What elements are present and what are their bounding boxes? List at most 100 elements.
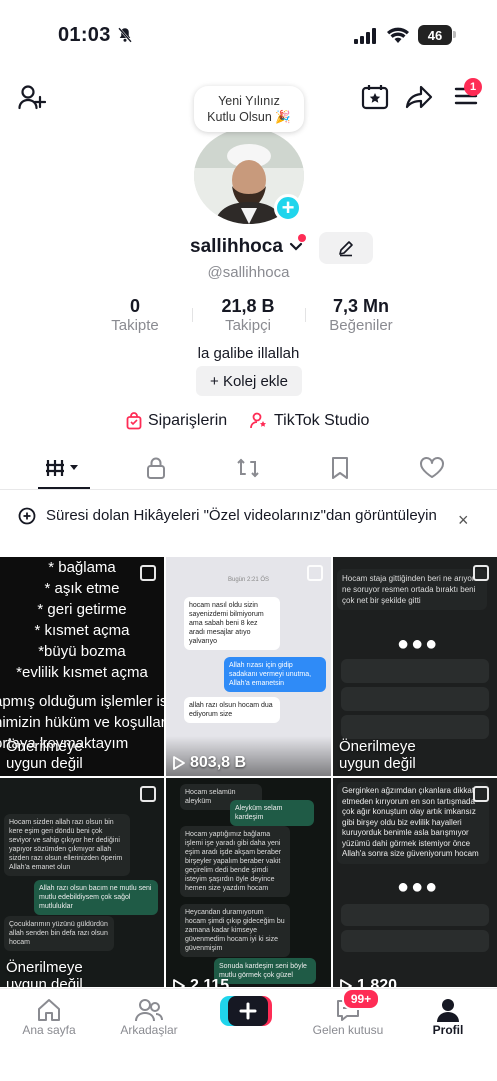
- chat-message: Sonuda kardeşim seni böyle mutlu görmek …: [214, 958, 316, 984]
- username[interactable]: sallihhoca: [190, 236, 303, 258]
- view-count-value: 2.115: [190, 977, 230, 987]
- spell-line: * geri getirme: [37, 601, 127, 618]
- orders-label: Siparişlerin: [148, 412, 228, 429]
- notice-text: Süresi dolan Hikâyeleri "Özel videoların…: [46, 507, 437, 524]
- add-story-plus-icon[interactable]: +: [274, 194, 302, 222]
- stat-following-value: 0: [129, 296, 140, 316]
- video-thumbnail[interactable]: * bağlama * aşık etme * geri getirme * k…: [0, 557, 164, 776]
- bubble-line-2: Kutlu Olsun 🎉: [207, 110, 291, 124]
- chat-message: Heycandan duramıyorum hocam şimdi çıkıp …: [180, 904, 290, 957]
- chat-row: [341, 715, 489, 739]
- chevron-down-icon: [290, 242, 303, 251]
- tabs-divider: [0, 489, 497, 490]
- expired-stories-notice[interactable]: Süresi dolan Hikâyeleri "Özel videoların…: [18, 506, 438, 525]
- tab-favorites[interactable]: [310, 450, 370, 486]
- spell-line: *büyü bozma: [38, 643, 126, 660]
- plus-icon: [239, 1002, 257, 1020]
- username-text: sallihhoca: [190, 236, 283, 257]
- heart-icon: [420, 457, 444, 478]
- chat-message: Aleyküm selam kardeşim: [230, 800, 314, 826]
- story-add-icon: [18, 507, 36, 525]
- profile-bio: la galibe illallah: [197, 345, 300, 362]
- video-thumbnail[interactable]: Hocam sizden allah razı olsun bin kere e…: [0, 778, 164, 987]
- stat-followers-label: Takipçi: [225, 317, 271, 334]
- chat-message: Allah rızası için gidip sadakanı vermeyi…: [224, 657, 326, 692]
- lock-icon: [147, 457, 165, 479]
- video-thumbnail[interactable]: Hocam staja gittiğinden beri ne arıyor n…: [333, 557, 497, 776]
- video-thumbnail[interactable]: Gerginken ağzımdan çıkanlara dikkat etme…: [333, 778, 497, 987]
- notice-close-button[interactable]: ×: [458, 510, 469, 531]
- tab-private[interactable]: [126, 450, 186, 486]
- tiktok-studio-label: TikTok Studio: [274, 412, 370, 429]
- chat-message: Hocam yaptığımız bağlama işlemi işe yara…: [180, 826, 290, 897]
- view-count: 1.820: [339, 977, 397, 987]
- chat-message: hocam nasıl oldu sizin sayenizdemi bilmi…: [184, 597, 280, 650]
- video-thumbnail[interactable]: Hocam selamün aleyküm Aleyküm selam kard…: [166, 778, 331, 987]
- stat-divider: [305, 308, 306, 322]
- create-button[interactable]: [220, 996, 272, 1026]
- share-icon[interactable]: [405, 84, 433, 110]
- nav-inbox-label: Gelen kutusu: [312, 1023, 384, 1037]
- profile-icon: [437, 999, 459, 1022]
- chat-row: [341, 930, 489, 952]
- multi-photo-icon: [473, 786, 489, 802]
- stat-following[interactable]: 0 Takipte: [95, 296, 175, 334]
- chat-message: Gerginken ağzımdan çıkanlara dikkat etme…: [337, 782, 489, 864]
- play-icon: [173, 756, 185, 770]
- view-count: 2.115: [172, 977, 229, 987]
- cellular-signal-icon: [354, 28, 376, 44]
- spell-tail-line: apmış olduğum işlemler isla: [0, 693, 164, 710]
- tab-videos[interactable]: [34, 450, 94, 486]
- video-thumbnail[interactable]: Bugün 2:21 ÖS hocam nasıl oldu sizin say…: [166, 557, 331, 776]
- edit-profile-button[interactable]: [319, 232, 373, 264]
- stat-likes[interactable]: 7,3 Mn Beğeniler: [316, 296, 406, 334]
- wifi-icon: [387, 27, 409, 43]
- bell-off-icon: [118, 27, 132, 43]
- spell-line: *evlilik kısmet açma: [16, 664, 148, 681]
- stat-followers[interactable]: 21,8 B Takipçi: [198, 296, 298, 334]
- inbox-count-badge: 99+: [342, 988, 380, 1010]
- add-college-button[interactable]: + Kolej ekle: [196, 366, 302, 396]
- view-count: 803,8 B: [172, 754, 246, 772]
- shopping-bag-icon: [126, 412, 142, 430]
- friends-icon: [135, 999, 163, 1022]
- multi-photo-icon: [140, 565, 156, 581]
- add-friend-icon[interactable]: [18, 84, 46, 110]
- nav-profile[interactable]: Profil: [403, 995, 493, 1037]
- menu-notification-badge: 1: [464, 78, 482, 96]
- not-recommended-label: Önerilmeye uygun değil: [6, 959, 83, 987]
- tab-liked[interactable]: [402, 450, 462, 486]
- videos-grid-icon: [46, 460, 78, 476]
- tiktok-studio-link[interactable]: TikTok Studio: [250, 412, 369, 430]
- new-year-bubble: Yeni Yılınız Kutlu Olsun 🎉: [194, 86, 304, 132]
- nav-home[interactable]: Ana sayfa: [4, 995, 94, 1037]
- nav-friends-label: Arkadaşlar: [120, 1023, 178, 1037]
- calendar-star-icon[interactable]: [361, 84, 389, 110]
- play-icon: [173, 979, 185, 987]
- battery-tip: [453, 31, 456, 38]
- tab-reposts[interactable]: [218, 450, 278, 486]
- chat-message: Çocuklarımın yüzünü güldürdün allah send…: [4, 916, 114, 951]
- ellipsis-icon: ●●●: [397, 876, 440, 898]
- chat-row: [341, 904, 489, 926]
- not-recommended-label: Önerilmeye uygun değil: [339, 738, 416, 772]
- orders-link[interactable]: Siparişlerin: [126, 412, 227, 430]
- multi-photo-icon: [473, 565, 489, 581]
- stat-likes-label: Beğeniler: [329, 317, 393, 334]
- home-icon: [38, 999, 60, 1021]
- nav-home-label: Ana sayfa: [22, 1023, 76, 1037]
- view-count-value: 803,8 B: [190, 754, 247, 771]
- battery-indicator: 46: [418, 25, 452, 45]
- studio-person-icon: [250, 412, 266, 429]
- play-icon: [340, 979, 352, 987]
- nav-friends[interactable]: Arkadaşlar: [104, 995, 194, 1037]
- stat-divider: [192, 308, 193, 322]
- status-time: 01:03: [58, 24, 111, 46]
- nav-profile-label: Profil: [432, 1023, 464, 1037]
- username-red-dot: [298, 234, 306, 242]
- spell-tail-line: nimizin hüküm ve koşullarını: [0, 714, 164, 731]
- repost-icon: [237, 458, 259, 478]
- chat-row: [341, 687, 489, 711]
- profile-tabs: [0, 450, 497, 490]
- chat-message: Hocam sizden allah razı olsun bin kere e…: [4, 814, 130, 876]
